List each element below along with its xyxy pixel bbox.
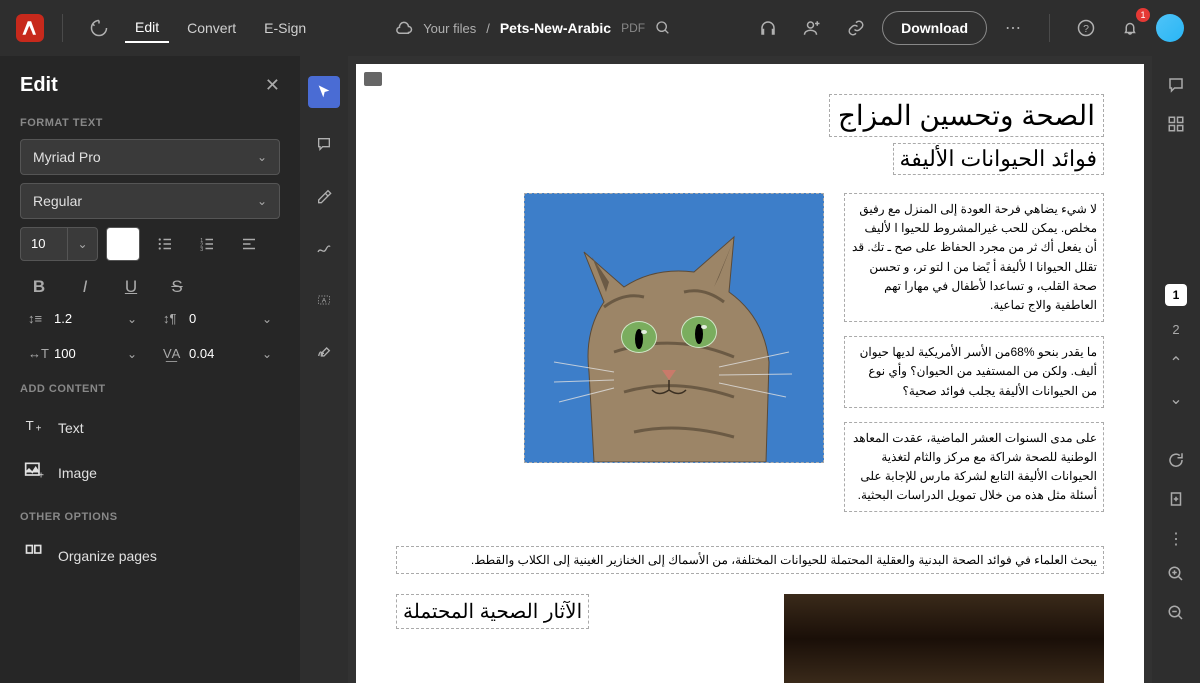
bullet-list-icon[interactable] [148,227,182,261]
divider [1049,14,1050,42]
sign-tool[interactable] [308,336,340,368]
doc-paragraph[interactable]: ما يقدر بنحو %68من الأسر الأمريكية لديها… [844,336,1104,408]
breadcrumb-root[interactable]: Your files [423,21,476,36]
edit-sidebar: Edit ✕ FORMAT TEXT Myriad Pro ⌄ Regular … [0,56,300,683]
text-color-swatch[interactable] [106,227,140,261]
next-page-number[interactable]: 2 [1172,322,1179,337]
add-text-icon: T+ [24,415,44,440]
underline-button[interactable]: U [118,277,144,297]
svg-text:3: 3 [200,247,203,253]
add-content-label: ADD CONTENT [20,383,280,395]
line-height-icon: ↕≡ [28,311,46,326]
select-tool[interactable] [308,76,340,108]
adobe-logo[interactable] [16,14,44,42]
sidebar-title: Edit [20,74,58,97]
bell-icon[interactable] [1112,10,1148,46]
horizontal-scale-field[interactable]: ↔T 100 ⌄ [20,340,145,367]
doc-title[interactable]: الصحة وتحسين المزاج [829,94,1104,137]
tab-edit[interactable]: Edit [125,13,169,43]
font-size-input[interactable]: 10 [20,227,68,261]
topbar: Edit Convert E-Sign Your files / Pets-Ne… [0,0,1200,56]
history-icon[interactable] [81,10,117,46]
svg-text:T: T [26,418,34,433]
doc-subtitle[interactable]: فوائد الحيوانات الأليفة [893,143,1104,175]
breadcrumb: Your files / Pets-New-Arabic PDF [395,19,671,37]
organize-icon [24,543,44,568]
close-icon[interactable]: ✕ [265,75,280,96]
svg-text:+: + [36,424,42,435]
svg-text:?: ? [1083,23,1089,35]
doc-paragraph[interactable]: لا شيء يضاهي فرحة العودة إلى المنزل مع ر… [844,193,1104,322]
rotate-icon[interactable] [1167,451,1185,474]
italic-button[interactable]: I [72,277,98,297]
search-icon[interactable] [655,20,671,36]
align-icon[interactable] [232,227,266,261]
highlight-tool[interactable] [308,180,340,212]
horizontal-scale-icon: ↔T [28,346,46,361]
numbered-list-icon[interactable]: 123 [190,227,224,261]
help-icon[interactable]: ? [1068,10,1104,46]
add-image-icon: + [24,460,44,485]
chat-icon[interactable] [1167,76,1185,99]
fit-page-icon[interactable] [1167,490,1185,513]
add-image-button[interactable]: + Image [20,450,280,495]
draw-tool[interactable] [308,232,340,264]
strikethrough-button[interactable]: S [164,277,190,297]
chevron-down-icon: ⌄ [257,150,267,164]
person-add-icon[interactable] [794,10,830,46]
cloud-icon [395,19,413,37]
font-family-dropdown[interactable]: Myriad Pro ⌄ [20,139,280,175]
font-weight-dropdown[interactable]: Regular ⌄ [20,183,280,219]
add-text-button[interactable]: T+ Text [20,405,280,450]
comment-tool[interactable] [308,128,340,160]
page-down-icon[interactable]: ⌄ [1169,389,1182,409]
char-spacing-field[interactable]: V͟A 0.04 ⌄ [155,340,280,367]
font-size-stepper[interactable]: ⌄ [68,227,98,261]
filename[interactable]: Pets-New-Arabic [500,20,611,36]
headphones-icon[interactable] [750,10,786,46]
more-icon[interactable]: ⋯ [995,10,1031,46]
organize-pages-button[interactable]: Organize pages [20,533,280,578]
svg-text:+: + [38,470,44,480]
zoom-out-icon[interactable] [1167,604,1185,627]
tab-esign[interactable]: E-Sign [254,14,316,42]
doc-image-secondary[interactable] [784,594,1104,683]
document-viewport[interactable]: الصحة وتحسين المزاج فوائد الحيوانات الأل… [348,56,1152,683]
divider [62,14,63,42]
doc-paragraph[interactable]: على مدى السنوات العشر الماضية، عقدت المع… [844,422,1104,513]
char-spacing-icon: V͟A [163,346,181,361]
download-button[interactable]: Download [882,11,987,45]
right-rail: 1 2 ⌃ ⌄ ⋮ [1152,56,1200,683]
filetype-label: PDF [621,21,645,35]
doc-heading[interactable]: الآثار الصحية المحتملة [396,594,589,629]
paragraph-spacing-icon: ↕¶ [163,311,181,326]
doc-image-cat[interactable] [524,193,824,463]
format-text-label: FORMAT TEXT [20,117,280,129]
more-vertical-icon[interactable]: ⋮ [1168,529,1184,549]
textbox-tool[interactable]: A [308,284,340,316]
link-icon[interactable] [838,10,874,46]
doc-paragraph[interactable]: يبحث العلماء في فوائد الصحة البدنية والع… [396,546,1104,574]
other-options-label: OTHER OPTIONS [20,511,280,523]
canvas-area: A الصحة وتحسين المزاج فوائد الحيوانات ال… [300,56,1152,683]
image-placeholder-icon [364,72,382,86]
tab-convert[interactable]: Convert [177,14,246,42]
bold-button[interactable]: B [26,277,52,297]
line-height-field[interactable]: ↕≡ 1.2 ⌄ [20,305,145,332]
document-page[interactable]: الصحة وتحسين المزاج فوائد الحيوانات الأل… [356,64,1144,683]
chevron-down-icon: ⌄ [257,194,267,208]
paragraph-spacing-field[interactable]: ↕¶ 0 ⌄ [155,305,280,332]
zoom-in-icon[interactable] [1167,565,1185,588]
page-up-icon[interactable]: ⌃ [1169,353,1182,373]
avatar[interactable] [1156,14,1184,42]
current-page-indicator[interactable]: 1 [1165,284,1187,306]
svg-text:A: A [322,298,327,305]
panels-icon[interactable] [1167,115,1185,138]
tool-strip: A [300,56,348,683]
